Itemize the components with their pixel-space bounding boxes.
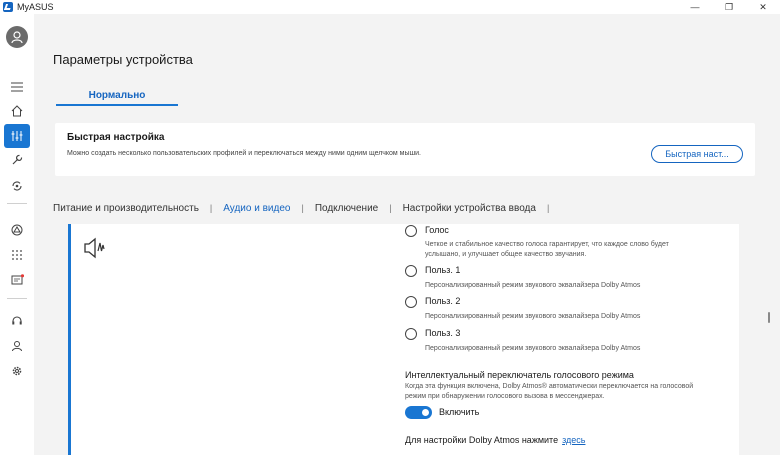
grid-icon: [12, 250, 22, 260]
toggle-knob: [422, 409, 429, 416]
quick-setup-description: Можно создать несколько пользовательских…: [67, 150, 421, 157]
sidebar-item-diagnostics[interactable]: [0, 149, 34, 171]
tab-audio-video[interactable]: Аудио и видео: [223, 203, 290, 214]
sidebar-item-linked-devices[interactable]: [0, 219, 34, 241]
radio-button[interactable]: [405, 265, 417, 277]
active-tab-indicator: [56, 104, 178, 106]
option-description: Персонализированный режим звукового эква…: [425, 313, 641, 320]
option-description: Персонализированный режим звукового эква…: [425, 345, 641, 352]
dolby-settings-link[interactable]: здесь: [562, 435, 585, 445]
radio-button[interactable]: [405, 296, 417, 308]
minimize-button[interactable]: —: [678, 0, 712, 14]
headset-icon: [12, 316, 22, 325]
myasus-logo-icon: [3, 2, 13, 12]
option-label: Польз. 3: [425, 328, 461, 338]
option-description: Персонализированный режим звукового эква…: [425, 282, 641, 289]
maximize-button[interactable]: ❐: [712, 0, 746, 14]
page-title: Параметры устройства: [53, 52, 193, 67]
tab-connectivity[interactable]: Подключение: [315, 203, 378, 214]
tab-separator: |: [546, 203, 550, 213]
audio-settings-card: Голос Четкое и стабильное качество голос…: [68, 224, 739, 455]
sidebar-item-account[interactable]: [0, 335, 34, 357]
scrollbar-thumb[interactable]: [768, 312, 770, 323]
tab-power-performance[interactable]: Питание и производительность: [53, 203, 199, 214]
option-description: услышано, и улучшает общее качество звуч…: [425, 251, 587, 258]
close-button[interactable]: ✕: [746, 0, 780, 14]
tab-normal-mode[interactable]: Нормально: [56, 90, 178, 101]
sidebar-item-device-settings[interactable]: [4, 124, 30, 148]
smart-voice-toggle[interactable]: [405, 406, 432, 419]
wrench-icon: [12, 154, 23, 165]
sidebar-item-settings[interactable]: [0, 360, 34, 382]
tab-separator: |: [301, 203, 304, 213]
triangle-nodes-icon: [11, 224, 23, 236]
tab-separator: |: [389, 203, 392, 213]
category-tabs: Питание и производительность | Аудио и в…: [53, 201, 560, 215]
sidebar-divider: [7, 298, 27, 299]
speaker-voice-icon: [83, 237, 107, 264]
sliders-icon: [11, 131, 23, 141]
tab-input-device-settings[interactable]: Настройки устройства ввода: [403, 203, 536, 214]
sidebar-item-link-to-myasus[interactable]: [0, 175, 34, 197]
sidebar-item-menu[interactable]: [0, 76, 34, 98]
avatar[interactable]: [6, 26, 28, 48]
person-icon: [12, 341, 22, 352]
sidebar-item-support[interactable]: [0, 310, 34, 332]
window-controls: — ❐ ✕: [678, 0, 780, 14]
quick-setup-button[interactable]: Быстрая наст...: [651, 145, 743, 163]
quick-setup-card: Быстрая настройка Можно создать нескольк…: [55, 123, 755, 176]
option-label: Голос: [425, 225, 449, 235]
radio-button[interactable]: [405, 225, 417, 237]
smart-voice-switch-description: Когда эта функция включена, Dolby Atmos®…: [405, 383, 694, 400]
app-title: MyASUS: [17, 2, 54, 12]
sidebar-item-apps[interactable]: [0, 244, 34, 266]
radio-button[interactable]: [405, 328, 417, 340]
sync-icon: [12, 181, 22, 191]
hamburger-icon: [11, 82, 23, 92]
option-label: Польз. 1: [425, 265, 461, 275]
sidebar: [0, 14, 34, 455]
smart-voice-switch-title: Интеллектуальный переключатель голосовог…: [405, 370, 634, 380]
dolby-settings-line: Для настройки Dolby Atmos нажмите здесь: [405, 435, 585, 445]
title-bar: MyASUS — ❐ ✕: [0, 0, 780, 14]
dolby-settings-text: Для настройки Dolby Atmos нажмите: [405, 435, 559, 445]
gear-icon: [12, 366, 22, 376]
home-icon: [11, 105, 23, 117]
quick-setup-title: Быстрая настройка: [67, 132, 165, 143]
tab-separator: |: [209, 203, 213, 213]
message-icon: [11, 273, 24, 284]
sidebar-item-news[interactable]: [0, 269, 34, 291]
option-description: Четкое и стабильное качество голоса гара…: [425, 241, 669, 248]
sidebar-item-home[interactable]: [0, 100, 34, 122]
sidebar-divider: [7, 203, 27, 204]
toggle-label: Включить: [439, 407, 480, 417]
user-avatar-icon: [11, 31, 23, 44]
option-label: Польз. 2: [425, 296, 461, 306]
